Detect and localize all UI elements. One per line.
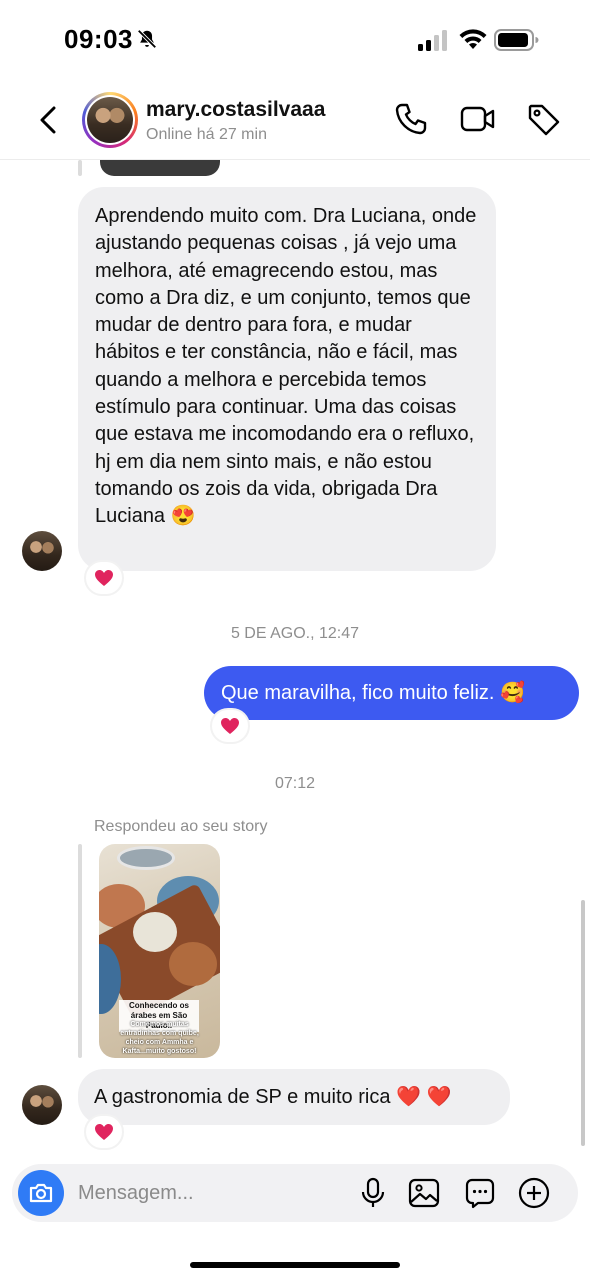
story-reply-line <box>78 160 82 176</box>
heart-icon <box>95 570 113 586</box>
home-indicator[interactable] <box>190 1262 400 1268</box>
story-thumbnail[interactable]: Conhecendo os árabes em São Paulo.. Come… <box>99 844 220 1058</box>
sender-avatar[interactable] <box>22 531 62 571</box>
video-call-icon[interactable] <box>460 102 496 136</box>
heart-reaction[interactable] <box>210 708 250 744</box>
phone-call-icon[interactable] <box>394 102 428 136</box>
message-timestamp: 07:12 <box>274 775 316 792</box>
story-caption: Comemos muitas entradinhas com quibe, ch… <box>120 1021 199 1055</box>
back-chevron-icon[interactable] <box>34 100 64 140</box>
camera-icon <box>29 1183 53 1203</box>
received-message[interactable]: Aprendendo muito com. Dra Luciana, onde … <box>78 187 496 571</box>
sender-avatar[interactable] <box>22 1085 62 1125</box>
contact-username[interactable]: mary.costasilvaaa <box>146 98 325 122</box>
camera-button[interactable] <box>18 1170 64 1216</box>
chat-sticker-icon[interactable] <box>464 1177 496 1209</box>
online-status: Online há 27 min <box>146 126 267 143</box>
status-bar: 09:03 <box>0 0 590 80</box>
heart-icon <box>221 718 239 734</box>
story-reply-label: Respondeu ao seu story <box>94 818 268 835</box>
story-reply-line <box>78 844 82 1058</box>
chat-header: mary.costasilvaaa Online há 27 min <box>0 80 590 160</box>
status-time: 09:03 <box>64 24 133 54</box>
bell-slash-icon <box>137 29 157 49</box>
battery-icon <box>494 29 539 51</box>
received-message-text: A gastronomia de SP e muito rica ❤️ ❤️ <box>94 1086 452 1108</box>
message-timestamp: 5 DE AGO., 12:47 <box>230 625 360 642</box>
tag-icon[interactable] <box>526 102 562 138</box>
microphone-icon[interactable] <box>360 1177 386 1209</box>
heart-icon <box>95 1124 113 1140</box>
heart-reaction[interactable] <box>84 1114 124 1150</box>
message-composer <box>12 1164 578 1222</box>
sent-message[interactable]: Que maravilha, fico muito feliz. 🥰 <box>204 666 579 720</box>
wifi-icon <box>459 29 487 49</box>
previous-story-thumbnail[interactable] <box>100 160 220 176</box>
message-input[interactable] <box>78 1164 348 1222</box>
heart-reaction[interactable] <box>84 560 124 596</box>
cellular-signal-icon <box>418 30 447 51</box>
scrollbar[interactable] <box>581 900 585 1146</box>
profile-avatar[interactable] <box>82 92 138 148</box>
gallery-icon[interactable] <box>408 1177 440 1209</box>
received-message[interactable]: A gastronomia de SP e muito rica ❤️ ❤️ <box>78 1069 510 1125</box>
sent-message-text: Que maravilha, fico muito feliz. 🥰 <box>221 682 525 704</box>
received-message-text: Aprendendo muito com. Dra Luciana, onde … <box>95 205 477 528</box>
add-circle-icon[interactable] <box>518 1177 550 1209</box>
